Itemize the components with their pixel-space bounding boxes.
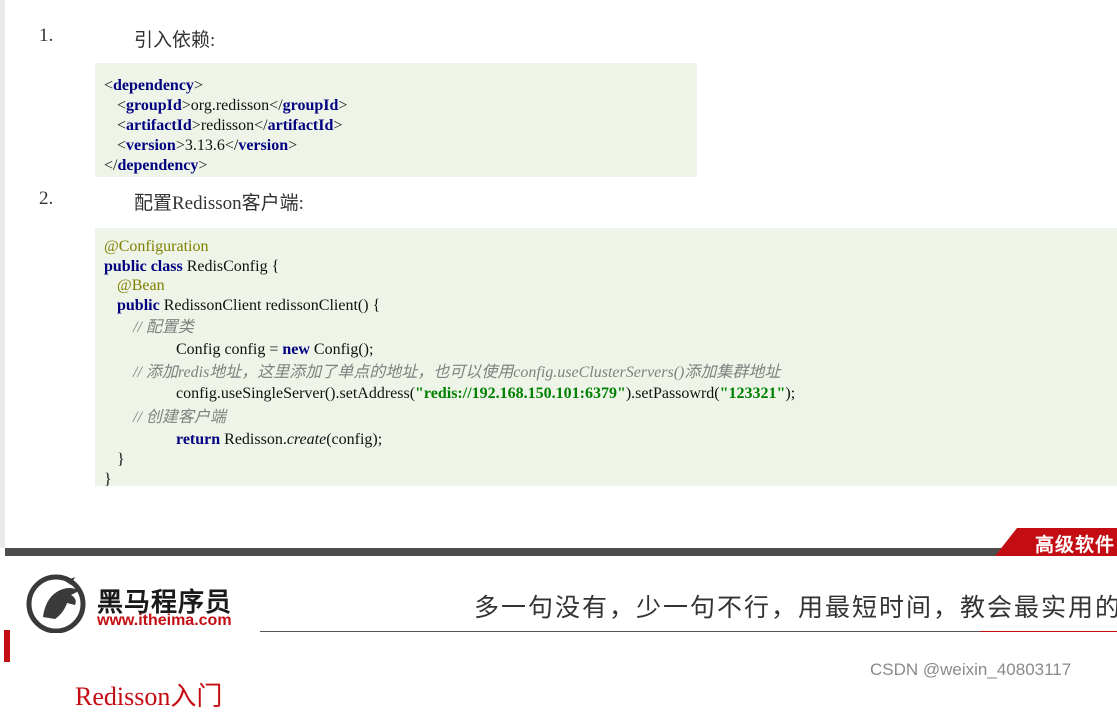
xml-tag: dependency [117, 157, 199, 174]
code-line: @Configuration [104, 237, 209, 257]
xml-tag: version [238, 137, 289, 154]
next-slide-title: Redisson入门 [75, 682, 223, 711]
code-line: </dependency> [104, 157, 208, 174]
code-line: // 配置类 [133, 318, 194, 338]
code-comment: // 添加redis地址，这里添加了单点的地址，也可以使用config.useC… [133, 364, 781, 381]
slogan: 多一句没有，少一句不行，用最短时间，教会最实用的 [474, 595, 1117, 622]
code-text: } [104, 471, 112, 488]
xml-tag: artifactId [126, 117, 192, 134]
step-text: 配置Redisson客户端: [134, 193, 304, 214]
header-divider-accent [980, 631, 1117, 632]
code-line: <artifactId>redisson</artifactId> [117, 117, 343, 134]
code-line: <groupId>org.redisson</groupId> [117, 97, 348, 114]
step-number: 1. [39, 25, 54, 46]
annotation: @Bean [117, 277, 165, 294]
code-comment: // 创建客户端 [133, 409, 226, 426]
code-line: return Redisson.create(config); [176, 430, 382, 450]
step-text: 引入依赖: [134, 30, 216, 51]
code-text: RedissonClient redissonClient() { [159, 297, 381, 314]
xml-value: 3.13.6 [184, 137, 225, 154]
code-line: <version>3.13.6</version> [117, 137, 298, 154]
code-line: @Bean [117, 276, 165, 296]
code-text: ).setPassowrd( [625, 385, 720, 402]
xml-tag: artifactId [267, 117, 334, 134]
code-line: Config config = new Config(); [176, 340, 373, 360]
xml-tag: dependency [113, 77, 194, 94]
keyword: new [282, 341, 310, 358]
code-line: // 创建客户端 [133, 408, 226, 428]
code-line: config.useSingleServer().setAddress("red… [176, 384, 795, 404]
code-line: } [117, 450, 125, 470]
code-text: ); [785, 385, 796, 402]
xml-value: org.redisson [190, 97, 270, 114]
code-line: <dependency> [104, 77, 203, 94]
config-code-block: @Configuration public class RedisConfig … [95, 228, 1117, 488]
code-text: RedisConfig { [182, 258, 280, 275]
keyword: return [176, 431, 221, 448]
code-text: Redisson. [220, 431, 287, 448]
category-tab: 高级软件 [995, 528, 1117, 556]
keyword: public [117, 297, 160, 314]
code-line: public class RedisConfig { [104, 257, 279, 277]
horse-logo-icon [25, 573, 91, 634]
red-side-mark [4, 630, 10, 662]
string-literal: "123321" [719, 385, 786, 402]
method-name: create [286, 431, 327, 448]
code-line: } [104, 470, 112, 490]
xml-tag: groupId [282, 97, 339, 114]
code-line: public RedissonClient redissonClient() { [117, 296, 380, 316]
category-tab-label: 高级软件 [1035, 535, 1116, 556]
watermark: CSDN @weixin_40803117 [870, 660, 1072, 679]
header-strip [5, 548, 1117, 556]
brand-url: www.itheima.com [97, 612, 232, 629]
code-line: // 添加redis地址，这里添加了单点的地址，也可以使用config.useC… [133, 363, 780, 383]
left-edge-bar [0, 0, 5, 548]
code-text: (config); [326, 431, 383, 448]
xml-tag: version [126, 137, 176, 154]
code-comment: // 配置类 [133, 319, 194, 336]
annotation: @Configuration [104, 238, 209, 255]
xml-tag: groupId [126, 97, 182, 114]
xml-value: redisson [200, 117, 255, 134]
keyword: public class [104, 258, 183, 275]
code-text: } [117, 451, 125, 468]
string-literal: "redis://192.168.150.101:6379" [415, 385, 626, 402]
step-number: 2. [39, 188, 54, 209]
code-text: Config(); [309, 341, 374, 358]
dependency-code-block: <dependency> <groupId>org.redisson</grou… [95, 63, 697, 177]
code-text: config.useSingleServer().setAddress( [176, 385, 416, 402]
code-text: Config config = [176, 341, 283, 358]
